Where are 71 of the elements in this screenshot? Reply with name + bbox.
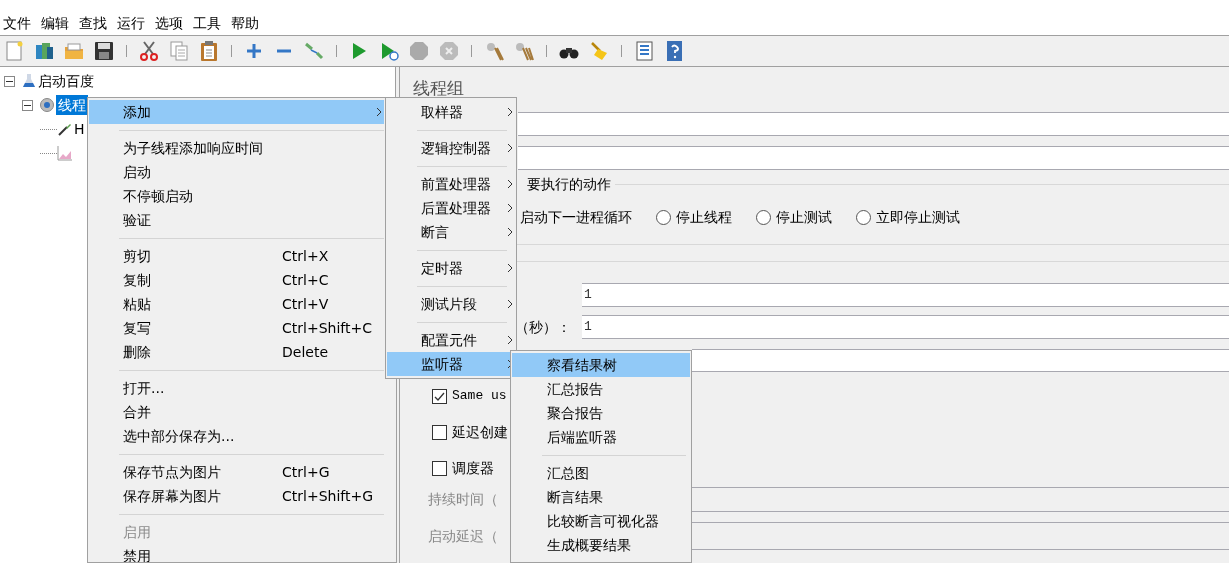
menu-item[interactable]: 汇总图 <box>512 461 690 485</box>
radio-option[interactable]: 立即停止测试 <box>856 206 960 228</box>
menu-item[interactable]: 逻辑控制器 <box>387 136 515 160</box>
radio-option[interactable]: 停止测试 <box>756 206 832 228</box>
menu-item[interactable]: 选项 <box>154 14 184 32</box>
menu-item[interactable]: 汇总报告 <box>512 377 690 401</box>
menu-item[interactable]: 禁用 <box>89 544 384 562</box>
menu-item[interactable]: 生成概要结果 <box>512 533 690 557</box>
menu-item[interactable]: 选中部分保存为... <box>89 424 384 448</box>
menu-item[interactable]: 工具 <box>192 14 222 32</box>
flask-icon <box>21 73 37 89</box>
menu-item[interactable]: 帮助 <box>230 14 260 32</box>
radio-option[interactable]: 停止线程 <box>656 206 732 228</box>
menu-item[interactable]: 断言 <box>387 220 515 244</box>
text-field[interactable] <box>692 522 1229 550</box>
text-field[interactable] <box>518 146 1229 170</box>
panel-title: 线程组 <box>413 77 464 100</box>
menu-item[interactable]: 聚合报告 <box>512 401 690 425</box>
text-field[interactable]: 1 <box>582 315 1229 339</box>
menu-item[interactable]: 粘贴 Ctrl+V <box>89 292 384 316</box>
menu-item[interactable]: 为子线程添加响应时间 <box>89 136 384 160</box>
menu-item[interactable]: 保存屏幕为图片 Ctrl+Shift+G <box>89 484 384 508</box>
text-field[interactable] <box>518 112 1229 136</box>
field-label: 启动延迟（ <box>428 526 498 546</box>
menu-item[interactable]: 不停顿启动 <box>89 184 384 208</box>
tree-item[interactable]: 启动百度 <box>38 71 94 91</box>
checkbox-label: Same us <box>452 387 507 406</box>
checkbox-label: 延迟创建 <box>452 422 508 442</box>
menu-item[interactable]: 打开... <box>89 376 384 400</box>
menu-item[interactable]: 查找 <box>78 14 108 32</box>
menu-item[interactable]: 后端监听器 <box>512 425 690 449</box>
menu-item[interactable]: 保存节点为图片 Ctrl+G <box>89 460 384 484</box>
menu-item[interactable]: 删除 Delete <box>89 340 384 364</box>
dropper-icon <box>57 121 73 137</box>
radio-label: 启动下一进程循环 <box>520 207 632 227</box>
menu-item[interactable]: 测试片段 <box>387 292 515 316</box>
menu-item[interactable]: 察看结果树 <box>512 353 690 377</box>
menu-item[interactable]: 后置处理器 <box>387 196 515 220</box>
stop-icon[interactable] <box>407 39 431 63</box>
save-icon[interactable] <box>92 39 116 63</box>
cut-icon[interactable] <box>137 39 161 63</box>
field-label: （秒）： <box>515 317 572 337</box>
checkbox[interactable] <box>432 460 447 476</box>
menu-item[interactable]: 取样器 <box>387 100 515 124</box>
field-label: 持续时间（ <box>428 490 498 509</box>
menu-item[interactable]: 断言结果 <box>512 485 690 509</box>
menu-item[interactable]: 文件 <box>2 14 32 32</box>
menu-item[interactable]: 启动 <box>89 160 384 184</box>
group-legend: 要执行的动作 <box>527 175 615 193</box>
checkbox[interactable] <box>432 424 447 440</box>
checkbox[interactable] <box>432 388 447 404</box>
checkbox-label: 调度器 <box>452 458 494 478</box>
text-field[interactable] <box>692 487 1229 512</box>
expander-icon[interactable] <box>22 99 33 111</box>
menu-item[interactable]: 复制 Ctrl+C <box>89 268 384 292</box>
menu-item[interactable]: 添加 <box>89 100 384 124</box>
tree-item[interactable]: 线程 <box>56 95 88 115</box>
text-field[interactable]: 1 <box>582 283 1229 307</box>
menu-item[interactable]: 比较断言可视化器 <box>512 509 690 533</box>
menu-item[interactable]: 配置元件 <box>387 328 515 352</box>
menu-item[interactable]: 合并 <box>89 400 384 424</box>
menu-item[interactable]: 定时器 <box>387 256 515 280</box>
chart-icon <box>57 145 73 161</box>
menu-item[interactable]: 剪切 Ctrl+X <box>89 244 384 268</box>
expander-icon[interactable] <box>4 75 15 87</box>
menu-item[interactable]: 运行 <box>116 14 146 32</box>
menu-item[interactable]: 编辑 <box>40 14 70 32</box>
text-field[interactable] <box>692 349 1229 372</box>
menu-item[interactable]: 前置处理器 <box>387 172 515 196</box>
menu-item[interactable]: 验证 <box>89 208 384 232</box>
menu-item[interactable]: 复写 Ctrl+Shift+C <box>89 316 384 340</box>
